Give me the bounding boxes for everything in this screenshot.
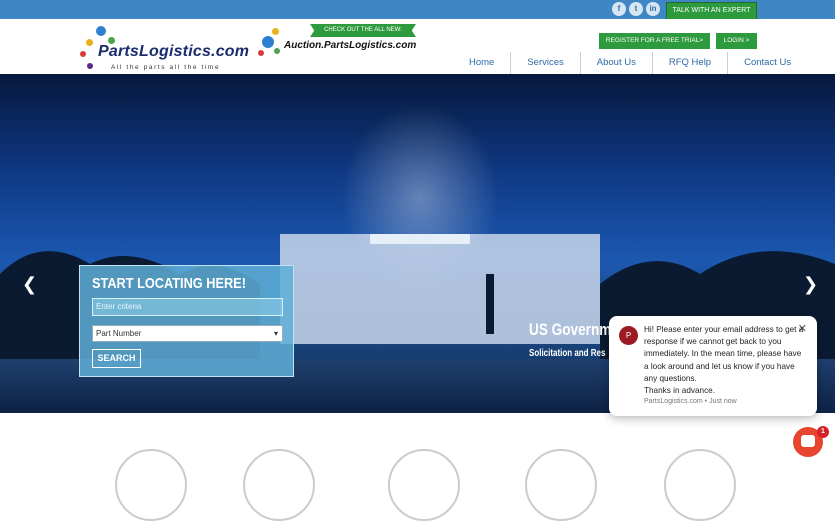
logo-text: PartsLogistics.com <box>98 43 250 60</box>
nav-services[interactable]: Services <box>510 52 579 74</box>
service-circle[interactable] <box>243 449 315 521</box>
service-circle[interactable] <box>664 449 736 521</box>
criteria-input[interactable]: Enter criteria <box>92 298 283 316</box>
chat-avatar: P <box>619 326 638 345</box>
login-button[interactable]: LOGIN > <box>716 33 757 49</box>
chat-bubble-icon <box>801 435 815 447</box>
auction-logo-dot <box>262 36 274 48</box>
twitter-icon[interactable]: t <box>629 2 643 16</box>
locate-title: START LOCATING HERE! <box>92 275 246 292</box>
chat-message: Hi! Please enter your email address to g… <box>644 325 804 396</box>
logo-dot <box>80 51 86 57</box>
logo-dot <box>86 39 93 46</box>
partslogistics-logo[interactable]: PartsLogistics.com All the parts all the… <box>78 23 250 75</box>
register-free-trial-button[interactable]: REGISTER FOR A FREE TRIAL> <box>599 33 710 49</box>
logo-dot <box>96 26 106 36</box>
search-type-value: Part Number <box>96 329 142 338</box>
auction-logo-dot <box>272 28 279 35</box>
search-type-select[interactable]: Part Number ▾ <box>92 325 283 342</box>
facebook-icon[interactable]: f <box>612 2 626 16</box>
auction-banner: CHECK OUT THE ALL NEW: <box>310 24 416 37</box>
search-button[interactable]: SEARCH <box>92 349 141 368</box>
auction-logo-dot <box>258 50 264 56</box>
header: PartsLogistics.com All the parts all the… <box>0 19 835 74</box>
logo-dot <box>87 63 93 69</box>
prev-slide-arrow[interactable]: ❮ <box>22 274 37 295</box>
auction-logo-dot <box>274 48 280 54</box>
main-nav: Home Services About Us RFQ Help Contact … <box>453 52 807 74</box>
service-circle[interactable] <box>388 449 460 521</box>
service-circle[interactable] <box>115 449 187 521</box>
talk-with-expert-button[interactable]: TALK WITH AN EXPERT <box>666 2 757 20</box>
next-slide-arrow[interactable]: ❯ <box>803 274 818 295</box>
chevron-down-icon: ▾ <box>273 329 278 338</box>
nav-home[interactable]: Home <box>453 52 510 74</box>
auction-text: Auction.PartsLogistics.com <box>284 40 417 51</box>
slide-subtitle: Solicitation and Res <box>529 348 606 359</box>
nav-contact-us[interactable]: Contact Us <box>727 52 807 74</box>
chat-meta: PartsLogistics.com • Just now <box>644 398 737 405</box>
top-bar: f t in TALK WITH AN EXPERT <box>0 0 835 20</box>
nav-rfq-help[interactable]: RFQ Help <box>651 52 727 74</box>
chat-popup: P ✕ Hi! Please enter your email address … <box>609 316 817 416</box>
logo-tagline: All the parts all the time <box>111 64 221 71</box>
linkedin-icon[interactable]: in <box>646 2 660 16</box>
slide-title: US Governme <box>529 320 619 339</box>
locate-panel: START LOCATING HERE! Enter criteria Part… <box>79 265 294 377</box>
auction-logo[interactable]: CHECK OUT THE ALL NEW: Auction.PartsLogi… <box>258 22 423 64</box>
service-circle[interactable] <box>525 449 597 521</box>
chat-badge: 1 <box>817 426 829 438</box>
nav-about-us[interactable]: About Us <box>579 52 652 74</box>
